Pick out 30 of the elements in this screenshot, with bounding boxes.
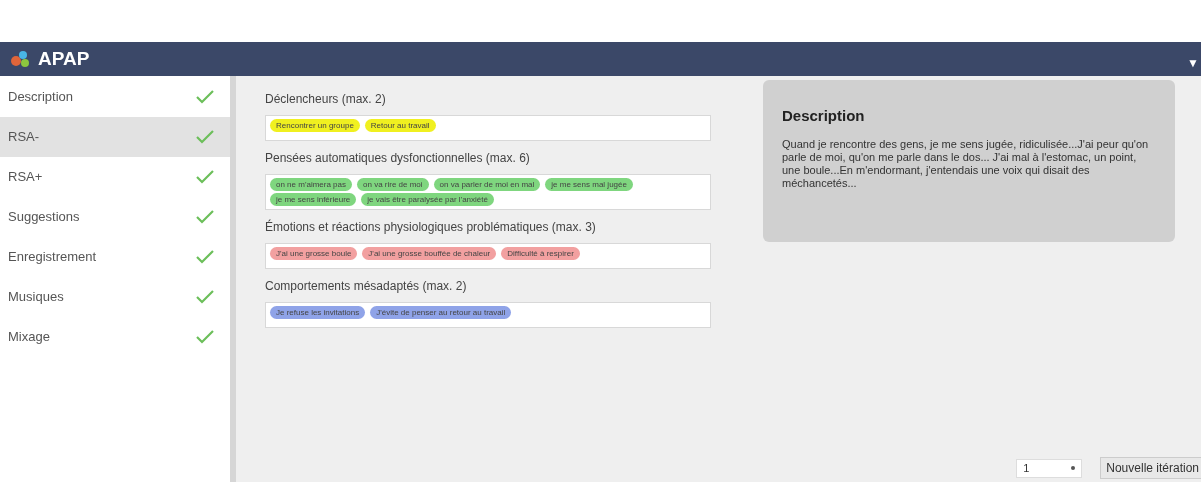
tag-chip[interactable]: on va rire de moi [357, 178, 429, 191]
new-iteration-button[interactable]: Nouvelle itération [1100, 457, 1201, 479]
tag-chip[interactable]: J'ai une grosse bouffée de chaleur [362, 247, 497, 260]
tag-field[interactable]: Je refuse les invitations J'évite de penser au retour au travail [265, 302, 711, 328]
app-title: APAP [38, 46, 90, 71]
menu-caret[interactable]: ▼ [1187, 54, 1199, 72]
logo-icon [10, 49, 32, 69]
tag-chip[interactable]: J'ai une grosse boule [270, 247, 358, 260]
description-text: Quand je rencontre des gens, je me sens jugée, ridiculisée...J'ai peur qu'on parle de moi, qu'on me parle dans le dos... J'ai mal à l'estomac, un point, une boule...En m'endormant, j'entendais une voix qui disait des méchancetés... [782, 137, 1150, 190]
tag-chip[interactable]: je me sens inférieure [270, 193, 357, 206]
group-title: Comportements mésadaptés (max. 2) [265, 278, 468, 295]
tag-chip[interactable]: Rencontrer un groupe [270, 119, 360, 132]
group-title: Déclencheurs (max. 2) [265, 91, 387, 108]
tag-chip[interactable]: je me sens mal jugée [545, 178, 633, 191]
group-title: Pensées automatiques dysfonctionnelles (max. 6) [265, 150, 531, 167]
tag-field[interactable]: Rencontrer un groupe Retour au travail [265, 115, 711, 141]
tag-chip[interactable]: on va parler de moi en mal [433, 178, 541, 191]
tag-field[interactable]: J'ai une grosse boule J'ai une grosse bouffée de chaleur Difficulté à respirer [265, 243, 711, 269]
tag-chip[interactable]: je vais être paralysée par l'anxiété [361, 193, 494, 206]
group-title: Émotions et réactions physiologiques problématiques (max. 3) [265, 218, 597, 236]
tag-chip[interactable]: on ne m'aimera pas [270, 178, 352, 191]
dropdown-icon [1071, 466, 1076, 470]
tag-chip[interactable]: J'évite de penser au retour au travail [370, 306, 512, 319]
sidebar-item[interactable]: RSA- [0, 117, 230, 157]
tag-chip[interactable]: Je refuse les invitations [270, 306, 366, 319]
iteration-select[interactable]: 1 [1016, 458, 1083, 478]
tag-chip[interactable]: Retour au travail [364, 119, 436, 132]
tag-chip[interactable]: Difficulté à respirer [501, 247, 580, 260]
tag-field[interactable]: on ne m'aimera pas on va rire de moi on va parler de moi en mal je me sens mal jugée je me sens inférieure je vais être paralysée par l'anxiété [265, 174, 711, 210]
description-title: Description [782, 106, 866, 126]
